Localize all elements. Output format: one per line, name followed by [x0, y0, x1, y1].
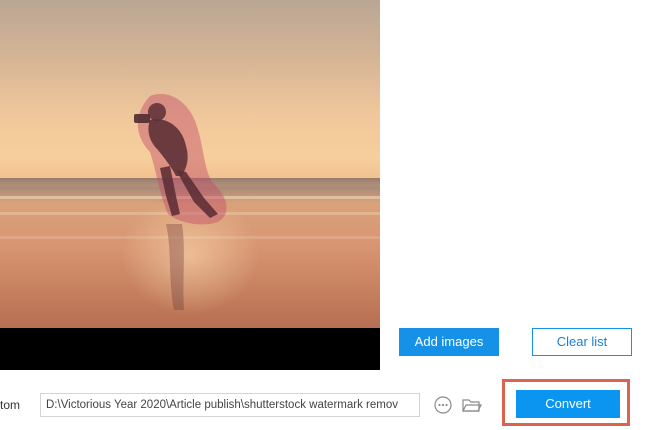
convert-button[interactable]: Convert	[516, 390, 620, 418]
clear-list-button[interactable]: Clear list	[532, 328, 632, 356]
folder-icon[interactable]	[460, 394, 482, 416]
output-path-field[interactable]: D:\Victorious Year 2020\Article publish\…	[40, 393, 420, 417]
preview-photo	[0, 0, 380, 328]
image-preview	[0, 0, 380, 370]
photographer-silhouette	[134, 93, 227, 310]
ellipsis-circle-icon[interactable]	[432, 394, 454, 416]
add-images-button[interactable]: Add images	[399, 328, 499, 356]
output-label: tom	[0, 398, 21, 412]
